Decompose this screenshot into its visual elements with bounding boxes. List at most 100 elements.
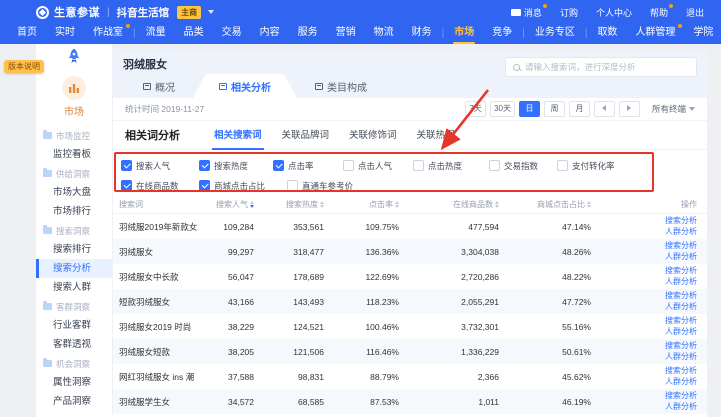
market-module-icon[interactable] (62, 76, 86, 100)
sidebar-item[interactable]: 监控看板 (36, 145, 112, 164)
column-header[interactable]: 搜索热度 (254, 199, 324, 210)
sidebar-group-label: 搜索洞察 (56, 225, 90, 237)
nav-item[interactable]: 财务 (403, 22, 441, 44)
sidebar-item[interactable]: 属性洞察 (36, 373, 112, 392)
search-analysis-link[interactable]: 搜索分析 (665, 266, 697, 276)
sidebar-item[interactable]: 搜索人群 (36, 278, 112, 297)
metric-option[interactable]: 直通车参考价 (287, 180, 387, 192)
metric-checkbox[interactable] (121, 180, 132, 191)
nav-item[interactable]: 竞争 (483, 22, 521, 44)
terminal-filter[interactable]: 所有终端 (652, 103, 695, 115)
metric-checkbox[interactable] (121, 160, 132, 171)
audience-analysis-link[interactable]: 人群分析 (665, 377, 697, 387)
metric-option[interactable]: 点击人气 (343, 160, 413, 172)
audience-analysis-link[interactable]: 人群分析 (665, 252, 697, 262)
rocket-icon[interactable] (64, 47, 84, 67)
word-tab[interactable]: 关联热词 (407, 121, 465, 150)
nav-item[interactable]: 作战室 (84, 22, 132, 44)
nav-item[interactable]: 流量 (137, 22, 175, 44)
search-analysis-link[interactable]: 搜索分析 (665, 316, 697, 326)
metric-option[interactable]: 点击率 (273, 160, 343, 172)
word-tab[interactable]: 关联品牌词 (272, 121, 340, 150)
tab-item[interactable]: 概况 (125, 74, 193, 98)
metric-checkbox[interactable] (273, 160, 284, 171)
tab-item[interactable]: 类目构成 (297, 74, 385, 98)
metric-checkbox[interactable] (343, 160, 354, 171)
column-header[interactable]: 点击率 (324, 199, 399, 210)
column-header[interactable]: 商城点击占比 (499, 199, 591, 210)
metric-checkbox[interactable] (557, 160, 568, 171)
audience-analysis-link[interactable]: 人群分析 (665, 227, 697, 237)
search-analysis-link[interactable]: 搜索分析 (665, 216, 697, 226)
sidebar-item[interactable]: 市场大盘 (36, 183, 112, 202)
nav-item[interactable]: 品类 (175, 22, 213, 44)
metric-checkbox[interactable] (489, 160, 500, 171)
search-input[interactable] (525, 62, 689, 72)
date-unit-button[interactable]: 月 (569, 101, 590, 117)
nav-item[interactable]: 业务专区 (526, 22, 584, 44)
sidebar-item[interactable]: 行业客群 (36, 316, 112, 335)
word-tab[interactable]: 相关搜索词 (204, 121, 272, 150)
audience-analysis-link[interactable]: 人群分析 (665, 277, 697, 287)
search-analysis-link[interactable]: 搜索分析 (665, 391, 697, 401)
date-range-button[interactable]: 7天 (465, 101, 486, 117)
metric-option[interactable]: 搜索人气 (121, 160, 199, 172)
table-header: 搜索词搜索人气搜索热度点击率在线商品数商城点击占比操作 (113, 196, 707, 214)
nav-item[interactable]: 人群管理 (626, 22, 684, 44)
audience-analysis-link[interactable]: 人群分析 (665, 352, 697, 362)
nav-item[interactable]: 学院 (684, 22, 721, 44)
metric-checkbox[interactable] (287, 180, 298, 191)
sidebar-item[interactable]: 市场排行 (36, 202, 112, 221)
nav-item[interactable]: 市场 (445, 22, 483, 44)
metric-checkbox[interactable] (199, 160, 210, 171)
audience-analysis-link[interactable]: 人群分析 (665, 402, 697, 412)
metric-checkbox[interactable] (199, 180, 210, 191)
search-analysis-link[interactable]: 搜索分析 (665, 366, 697, 376)
metric-checkbox[interactable] (413, 160, 424, 171)
top-link[interactable]: 个人中心 (596, 6, 635, 19)
metric-option[interactable]: 搜索热度 (199, 160, 273, 172)
column-header[interactable]: 在线商品数 (399, 199, 499, 210)
app-logo[interactable]: 生意参谋 | 抖音生活馆 主商 (36, 4, 214, 20)
date-unit-button[interactable]: 日 (519, 101, 540, 117)
cell-value: 34,572 (209, 397, 254, 407)
audience-analysis-link[interactable]: 人群分析 (665, 302, 697, 312)
top-link[interactable]: 订购 (560, 6, 581, 19)
search-analysis-link[interactable]: 搜索分析 (665, 341, 697, 351)
top-link[interactable]: 消息 (511, 6, 545, 19)
date-range-button[interactable]: 30天 (490, 101, 515, 117)
nav-item[interactable]: 服务 (289, 22, 327, 44)
sidebar-item[interactable]: 客群透视 (36, 335, 112, 354)
metric-option[interactable]: 在线商品数 (121, 180, 199, 192)
search-analysis-link[interactable]: 搜索分析 (665, 291, 697, 301)
nav-item[interactable]: 内容 (251, 22, 289, 44)
metric-option[interactable]: 交易指数 (489, 160, 557, 172)
nav-item[interactable]: 营销 (327, 22, 365, 44)
nav-item[interactable]: 实时 (46, 22, 84, 44)
nav-item[interactable]: 首页 (8, 22, 46, 44)
nav-item[interactable]: 交易 (213, 22, 251, 44)
logo-separator: | (105, 7, 112, 18)
version-badge[interactable]: 主商 (177, 6, 201, 19)
sidebar-item[interactable]: 搜索分析 (36, 259, 112, 278)
prev-button[interactable] (594, 101, 615, 117)
nav-item[interactable]: 取数 (588, 22, 626, 44)
nav-item[interactable]: 物流 (365, 22, 403, 44)
metric-option[interactable]: 商城点击占比 (199, 180, 287, 192)
next-button[interactable] (619, 101, 640, 117)
column-header[interactable]: 搜索人气 (209, 199, 254, 210)
audience-analysis-link[interactable]: 人群分析 (665, 327, 697, 337)
top-link[interactable]: 帮助 (650, 6, 671, 19)
cell-value: 100.46% (324, 322, 399, 332)
top-link[interactable]: 退出 (686, 6, 707, 19)
metric-option[interactable]: 支付转化率 (557, 160, 647, 172)
sidebar-item[interactable]: 产品洞察 (36, 392, 112, 411)
cell-value: 45.62% (499, 372, 591, 382)
date-unit-button[interactable]: 周 (544, 101, 565, 117)
search-analysis-link[interactable]: 搜索分析 (665, 241, 697, 251)
tab-active[interactable]: 相关分析 (193, 74, 297, 98)
version-note-tag[interactable]: 版本说明 (4, 60, 44, 73)
word-tab[interactable]: 关联修饰词 (339, 121, 407, 150)
metric-option[interactable]: 点击热度 (413, 160, 489, 172)
sidebar-item[interactable]: 搜索排行 (36, 240, 112, 259)
